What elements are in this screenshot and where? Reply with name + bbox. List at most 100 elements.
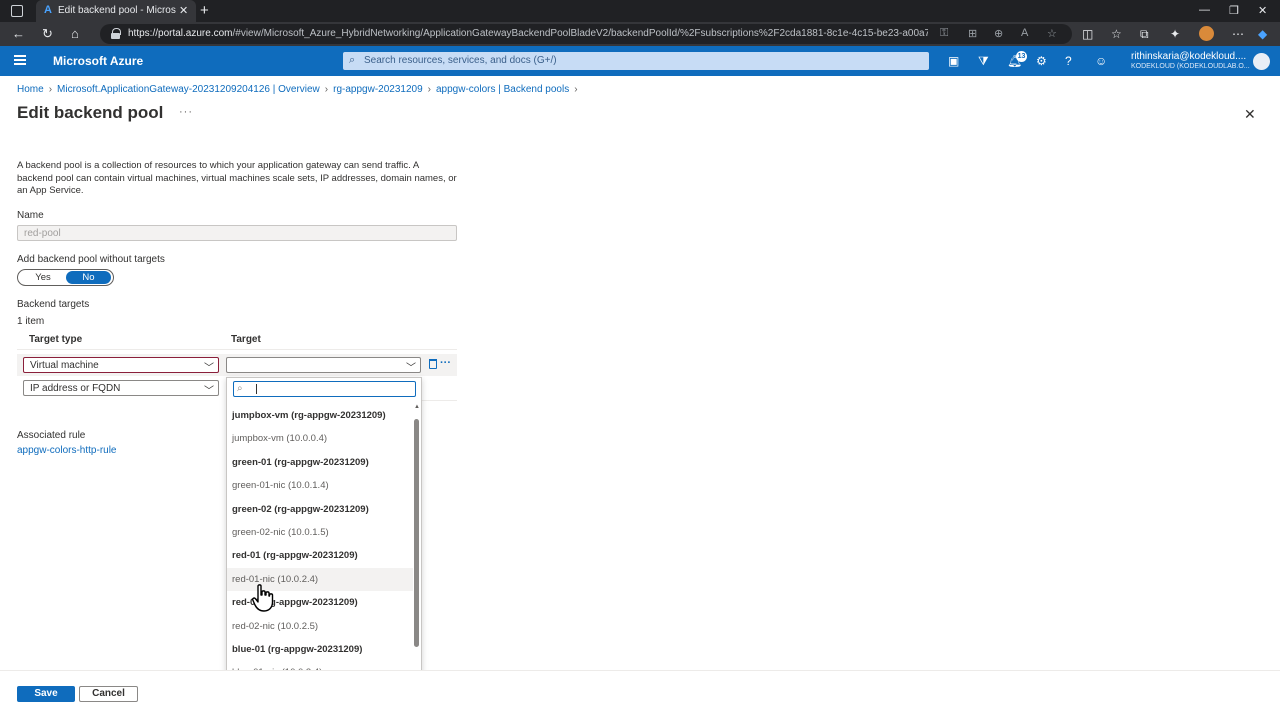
breadcrumb-app-gateway-overview[interactable]: Microsoft.ApplicationGateway-20231209204… [57,84,320,95]
text-caret [256,384,257,394]
toggle-yes[interactable]: Yes [20,271,66,284]
maximize-icon[interactable]: ❐ [1229,4,1239,17]
browser-tab-bar: A Edit backend pool - Microsoft Az ✕ + —… [0,0,1280,22]
home-icon[interactable]: ⌂ [71,26,79,41]
chevron-down-icon: ﹀ [204,386,214,397]
target-select-row1[interactable]: ﹀ [226,357,421,374]
item-count: 1 item [17,316,45,327]
name-field: red-pool [17,225,457,241]
chevron-right-icon: › [48,84,53,95]
header-divider [17,349,457,350]
workspaces-icon[interactable] [11,5,23,17]
cloud-shell-icon[interactable]: ▣ [948,54,959,68]
row-more-icon[interactable]: ··· [440,357,451,369]
minimize-icon[interactable]: — [1199,4,1210,16]
row-divider [422,400,457,401]
back-icon[interactable]: ← [12,26,25,41]
azure-top-bar: Microsoft Azure ⌕ Search resources, serv… [0,46,1280,76]
chevron-down-icon: ﹀ [204,363,214,374]
window-close-icon[interactable]: ✕ [1258,4,1267,17]
associated-rule-link[interactable]: appgw-colors-http-rule [17,445,117,456]
dropdown-group-header: red-01 (rg-appgw-20231209) [232,550,358,562]
apps-icon[interactable]: ⊞ [968,27,977,40]
refresh-icon[interactable]: ↻ [42,26,53,42]
hamburger-menu-icon[interactable] [14,55,26,65]
dropdown-group-header: jumpbox-vm (rg-appgw-20231209) [232,410,386,421]
dropdown-search-input[interactable]: ⌕ [233,381,416,397]
azure-search-input[interactable]: ⌕ Search resources, services, and docs (… [343,52,929,70]
dropdown-option[interactable]: green-01-nic (10.0.1.4) [227,474,413,497]
chevron-down-icon: ﹀ [406,363,416,374]
delete-trash-icon[interactable] [429,359,437,369]
footer-bar [0,670,1280,720]
target-type-value: Virtual machine [30,360,99,371]
toggle-no[interactable]: No [66,271,111,284]
browser-menu-icon[interactable]: ⋯ [1232,27,1244,41]
browser-profile-icon[interactable] [1199,26,1214,41]
directory-filter-icon[interactable]: ⧩ [978,54,989,69]
tab-close-icon[interactable]: ✕ [179,4,188,17]
chevron-right-icon: › [574,84,578,95]
zoom-icon[interactable]: ⊕ [994,27,1003,40]
chevron-right-icon: › [324,84,329,95]
dropdown-scrollbar[interactable]: ▲ ▼ [413,404,421,690]
page-description: A backend pool is a collection of resour… [17,160,457,196]
favorites-icon[interactable]: ☆ [1111,27,1122,41]
extensions-icon[interactable]: ✦ [1170,27,1180,41]
account-directory: KODEKLOUD (KODEKLOUDLAB.O... [1131,63,1250,70]
url-text: https://portal.azure.com/#view/Microsoft… [128,28,928,39]
split-screen-icon[interactable]: ◫ [1082,27,1093,41]
avatar[interactable] [1253,53,1270,70]
favorite-star-icon[interactable]: ☆ [1047,27,1057,40]
lock-icon [111,28,121,39]
url-bar[interactable]: https://portal.azure.com/#view/Microsoft… [100,24,1072,44]
col-header-target-type: Target type [29,334,83,345]
breadcrumb-backend-pools[interactable]: appgw-colors | Backend pools [436,84,569,95]
azure-favicon-icon: A [44,4,52,16]
key-icon[interactable]: ⚿ [940,27,948,40]
backend-targets-label: Backend targets [17,299,90,310]
settings-gear-icon[interactable]: ⚙ [1036,54,1047,68]
hand-cursor-icon [252,584,274,612]
help-icon[interactable]: ? [1065,54,1072,68]
target-type-select-row2[interactable]: IP address or FQDN ﹀ [23,380,219,397]
dropdown-group-header: green-02 (rg-appgw-20231209) [232,503,369,515]
notification-count-badge: 13 [1016,51,1027,62]
dropdown-option[interactable]: red-02-nic (10.0.2.5) [227,615,413,638]
account-menu[interactable]: rithinskaria@kodekloud.... KODEKLOUD (KO… [1131,51,1250,70]
search-icon: ⌕ [349,54,356,66]
dropdown-option[interactable]: jumpbox-vm (10.0.0.4) [227,427,413,450]
close-icon[interactable]: ✕ [1244,106,1256,123]
dropdown-group-header: green-01 (rg-appgw-20231209) [232,456,369,468]
save-button[interactable]: Save [17,686,75,702]
target-type-select-row1[interactable]: Virtual machine ﹀ [23,357,219,374]
account-user-name: rithinskaria@kodekloud.... [1131,51,1247,62]
cancel-button[interactable]: Cancel [79,686,138,702]
without-targets-label: Add backend pool without targets [17,254,165,265]
copilot-icon[interactable]: ◆ [1258,27,1267,41]
page-title: Edit backend pool [17,103,164,122]
more-options-icon[interactable]: ··· [179,106,193,118]
breadcrumb-resource-group[interactable]: rg-appgw-20231209 [333,84,423,95]
without-targets-toggle[interactable]: Yes No [17,269,114,286]
breadcrumb: Home › Microsoft.ApplicationGateway-202312… [17,84,583,95]
chevron-right-icon: › [427,84,431,95]
target-type-value: IP address or FQDN [30,383,121,394]
search-placeholder: Search resources, services, and docs (G+… [364,55,557,66]
col-header-target: Target [231,334,261,345]
browser-tab[interactable]: A Edit backend pool - Microsoft Az ✕ [36,0,196,22]
search-icon: ⌕ [237,383,243,394]
dropdown-option[interactable]: green-02-nic (10.0.1.5) [227,521,413,544]
scrollbar-thumb[interactable] [414,419,419,647]
target-dropdown-list: ⌕ jumpbox-vm (rg-appgw-20231209) jumpbox-… [226,377,422,691]
scroll-up-icon[interactable]: ▲ [414,404,420,410]
azure-brand[interactable]: Microsoft Azure [53,54,143,68]
associated-rule-label: Associated rule [17,430,86,441]
dropdown-group-header: blue-01 (rg-appgw-20231209) [232,644,363,655]
collections-icon[interactable]: ⧉ [1140,27,1149,42]
new-tab-button[interactable]: + [200,2,209,19]
breadcrumb-home[interactable]: Home [17,84,44,95]
feedback-icon[interactable]: ☺ [1095,54,1107,68]
tab-title: Edit backend pool - Microsoft Az [58,5,176,16]
read-aloud-icon[interactable]: A [1021,27,1028,39]
